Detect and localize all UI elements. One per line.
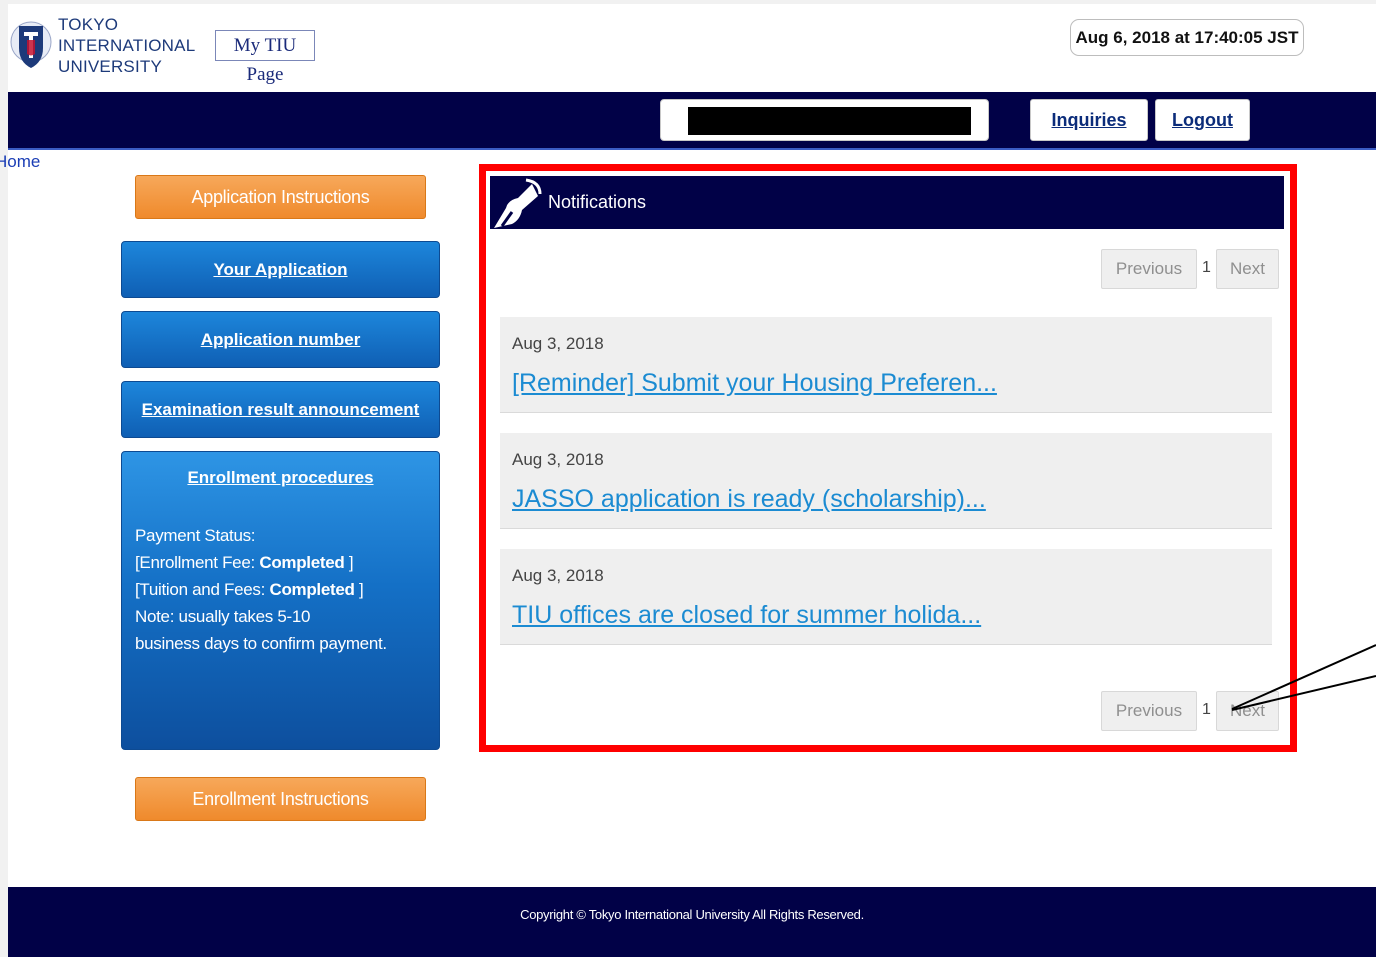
user-name-box <box>660 99 989 141</box>
next-page-button[interactable]: Next <box>1216 249 1279 289</box>
next-page-button[interactable]: Next <box>1216 691 1279 731</box>
enrollment-procedures-card: Enrollment procedures Payment Status: [E… <box>121 451 440 750</box>
tuition-bracket: ] <box>354 580 364 599</box>
application-instructions-button[interactable]: Application Instructions <box>135 175 426 219</box>
page-left-edge <box>0 0 8 957</box>
notification-item: Aug 3, 2018 [Reminder] Submit your Housi… <box>500 317 1272 413</box>
redacted-user-name <box>688 107 971 135</box>
logo-line-1: TOKYO <box>58 15 119 34</box>
logo-line-3: UNIVERSITY <box>58 57 163 76</box>
notification-link[interactable]: JASSO application is ready (scholarship)… <box>512 485 986 514</box>
payment-status: Payment Status: [Enrollment Fee: Complet… <box>135 522 387 657</box>
notification-date: Aug 3, 2018 <box>512 334 604 353</box>
your-application-button[interactable]: Your Application <box>121 241 440 298</box>
notification-link[interactable]: TIU offices are closed for summer holida… <box>512 601 981 630</box>
tiu-logo[interactable]: TOKYO INTERNATIONAL UNIVERSITY <box>10 14 195 78</box>
notification-link[interactable]: [Reminder] Submit your Housing Preferen.… <box>512 369 997 398</box>
enrollment-procedures-link[interactable]: Enrollment procedures <box>122 468 439 488</box>
notifications-panel: Notifications Previous 1 Next Aug 3, 201… <box>490 176 1284 740</box>
notification-date: Aug 3, 2018 <box>512 566 604 585</box>
tuition-value: Completed <box>269 580 355 599</box>
notification-date: Aug 3, 2018 <box>512 450 604 469</box>
current-page-number: 1 <box>1202 701 1211 718</box>
previous-page-button[interactable]: Previous <box>1101 691 1197 731</box>
my-tiu-page-link[interactable]: My TIU Page <box>215 30 315 85</box>
current-datetime: Aug 6, 2018 at 17:40:05 JST <box>1070 19 1304 56</box>
enrollment-instructions-button[interactable]: Enrollment Instructions <box>135 777 426 821</box>
payment-status-label: Payment Status: <box>135 526 256 545</box>
notifications-title: Notifications <box>548 192 647 212</box>
notifications-header: Notifications <box>490 176 1284 229</box>
enrollment-fee-status: [Enrollment Fee: Completed ] <box>135 549 387 576</box>
payment-note-line-2: business days to confirm payment. <box>135 634 387 653</box>
logout-button[interactable]: Logout <box>1155 99 1250 141</box>
tuition-status: [Tuition and Fees: Completed ] <box>135 576 387 603</box>
enrollment-fee-value: Completed <box>259 553 345 572</box>
application-number-button[interactable]: Application number <box>121 311 440 368</box>
current-page-number: 1 <box>1202 259 1211 276</box>
notification-item: Aug 3, 2018 TIU offices are closed for s… <box>500 549 1272 645</box>
previous-page-button[interactable]: Previous <box>1101 249 1197 289</box>
logo-line-2: INTERNATIONAL <box>58 36 196 55</box>
breadcrumb[interactable]: Home <box>0 152 60 172</box>
breadcrumb-home[interactable]: Home <box>0 152 60 172</box>
examination-result-button[interactable]: Examination result announcement <box>121 381 440 438</box>
page-top-edge <box>0 0 1376 4</box>
page-footer: Copyright © Tokyo International Universi… <box>8 887 1376 957</box>
megaphone-icon <box>494 178 542 228</box>
enrollment-fee-label: [Enrollment Fee: <box>135 553 260 572</box>
tuition-label: [Tuition and Fees: <box>135 580 270 599</box>
inquiries-button[interactable]: Inquiries <box>1030 99 1148 141</box>
logo-wordmark: TOKYO INTERNATIONAL UNIVERSITY <box>58 14 195 77</box>
enrollment-fee-bracket: ] <box>344 553 354 572</box>
copyright-text: Copyright © Tokyo International Universi… <box>520 907 864 922</box>
notification-item: Aug 3, 2018 JASSO application is ready (… <box>500 433 1272 529</box>
tiu-emblem-icon <box>10 21 52 68</box>
payment-note-line-1: Note: usually takes 5-10 <box>135 607 311 626</box>
